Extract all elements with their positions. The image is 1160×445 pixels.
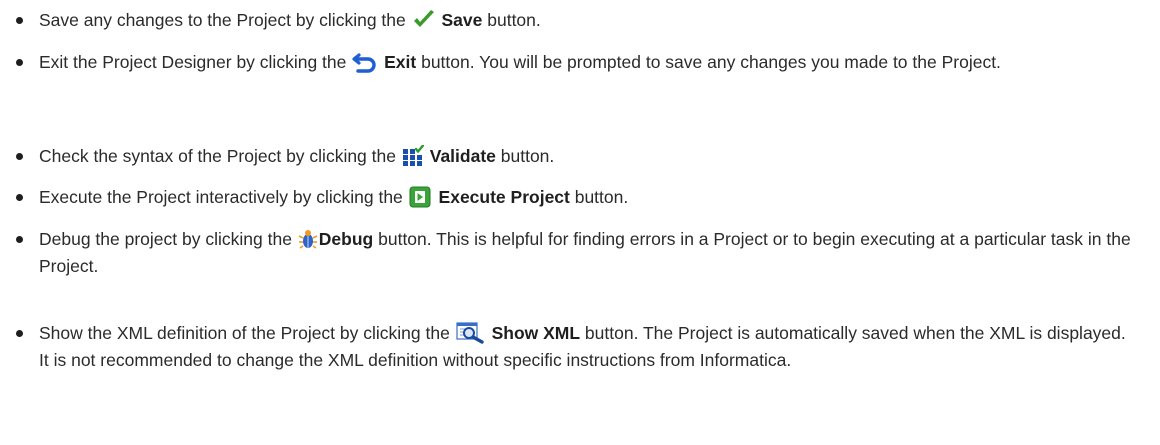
- item-text-before: Exit the Project Designer by clicking th…: [39, 52, 347, 72]
- undo-arrow-icon: [352, 51, 378, 73]
- execute-play-icon: [409, 186, 433, 208]
- save-button-name: Save: [441, 10, 483, 30]
- item-text: Exit the Project Designer by clicking th…: [39, 49, 1134, 76]
- item-text-before: Check the syntax of the Project by click…: [39, 146, 396, 166]
- bug-icon: [298, 228, 318, 250]
- bullet: [16, 17, 23, 24]
- bullet: [16, 236, 23, 243]
- item-text: Execute the Project interactively by cli…: [39, 184, 1134, 211]
- item-text-before: Execute the Project interactively by cli…: [39, 187, 403, 207]
- debug-button-name: Debug: [318, 229, 374, 249]
- item-text: Show the XML definition of the Project b…: [39, 320, 1134, 374]
- show-xml-button-name: Show XML: [491, 323, 581, 343]
- item-text-after: button.: [495, 146, 555, 166]
- bullet: [16, 194, 23, 201]
- validate-grid-icon: [402, 145, 424, 167]
- item-text-after: button. You will be prompted to save any…: [416, 52, 1001, 72]
- bullet: [16, 59, 23, 66]
- item-text-before: Debug the project by clicking the: [39, 229, 292, 249]
- item-text-before: Show the XML definition of the Project b…: [39, 323, 450, 343]
- checkmark-icon: [412, 9, 436, 31]
- xml-magnifier-icon: [456, 322, 486, 344]
- item-text: Check the syntax of the Project by click…: [39, 143, 1134, 170]
- item-text-before: Save any changes to the Project by click…: [39, 10, 406, 30]
- exit-button-name: Exit: [384, 52, 417, 72]
- bullet: [16, 153, 23, 160]
- item-text: Debug the project by clicking the Debug …: [39, 226, 1134, 280]
- item-text: Save any changes to the Project by click…: [39, 7, 1134, 34]
- item-text-after: button.: [569, 187, 629, 207]
- execute-project-button-name: Execute Project: [438, 187, 570, 207]
- bullet: [16, 330, 23, 337]
- validate-button-name: Validate: [429, 146, 496, 166]
- item-text-after: button.: [482, 10, 541, 30]
